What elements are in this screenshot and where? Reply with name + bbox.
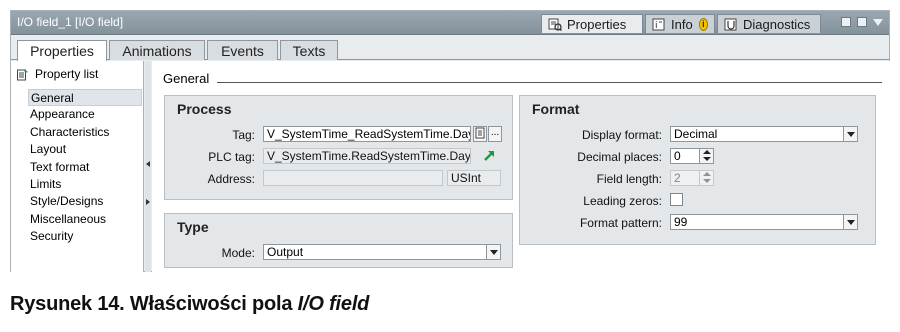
property-list-label: Property list bbox=[35, 67, 99, 81]
leading-zeros-checkbox[interactable] bbox=[670, 193, 683, 206]
process-group-title: Process bbox=[177, 101, 232, 117]
panel-splitter[interactable] bbox=[145, 61, 151, 272]
address-field bbox=[263, 170, 443, 186]
decimal-places-stepper[interactable]: 0 bbox=[670, 148, 714, 164]
property-list-header: Property list bbox=[17, 67, 98, 81]
leading-zeros-label: Leading zeros: bbox=[583, 194, 662, 208]
go-to-tag-arrow-icon[interactable] bbox=[483, 148, 497, 165]
type-group: Type Mode: Output bbox=[164, 213, 513, 268]
title-bar: I/O field_1 [I/O field] Properties i Inf… bbox=[11, 11, 889, 35]
nav-item-limits[interactable]: Limits bbox=[28, 176, 142, 193]
tab-diagnostics-label: Diagnostics bbox=[743, 16, 811, 32]
tab-info[interactable]: i Info i bbox=[645, 14, 715, 33]
tab-properties-label: Properties bbox=[567, 16, 627, 32]
mode-value: Output bbox=[267, 245, 304, 259]
subtab-animations[interactable]: Animations bbox=[109, 40, 205, 60]
property-list-icon bbox=[17, 68, 29, 81]
subtab-events[interactable]: Events bbox=[207, 40, 278, 60]
nav-item-style-designs[interactable]: Style/Designs bbox=[28, 193, 142, 210]
caption-italic: I/O field bbox=[297, 293, 370, 315]
format-pattern-select[interactable]: 99 bbox=[670, 214, 858, 230]
nav-item-characteristics[interactable]: Characteristics bbox=[28, 124, 142, 141]
mode-select[interactable]: Output bbox=[263, 244, 501, 260]
tag-field[interactable]: V_SystemTime_ReadSystemTime.Day bbox=[263, 126, 471, 142]
tab-properties-inspector[interactable]: Properties bbox=[541, 14, 643, 33]
format-pattern-label: Format pattern: bbox=[579, 216, 662, 230]
tab-diagnostics[interactable]: Diagnostics bbox=[717, 14, 821, 33]
chevron-down-icon[interactable] bbox=[843, 127, 857, 141]
display-format-value: Decimal bbox=[674, 127, 718, 141]
info-badge-icon: i bbox=[698, 17, 708, 31]
properties-icon bbox=[548, 18, 563, 31]
figure-caption: Rysunek 14. Właściwości pola I/O field bbox=[10, 293, 369, 316]
section-title: General bbox=[163, 71, 210, 86]
plc-tag-label: PLC tag: bbox=[208, 150, 255, 164]
window-title: I/O field_1 [I/O field] bbox=[17, 15, 124, 29]
window-controls bbox=[841, 17, 883, 27]
decimal-places-label: Decimal places: bbox=[577, 150, 662, 164]
expand-right-icon[interactable] bbox=[146, 199, 150, 205]
tab-info-label: Info bbox=[671, 16, 693, 32]
section-divider bbox=[217, 82, 882, 83]
collapse-left-icon[interactable] bbox=[146, 161, 150, 167]
spinner-arrows-icon bbox=[699, 171, 713, 185]
tag-list-icon[interactable] bbox=[473, 126, 487, 142]
tag-browse-button[interactable]: ... bbox=[488, 126, 502, 142]
minimize-window-icon[interactable] bbox=[857, 17, 867, 27]
nav-item-miscellaneous[interactable]: Miscellaneous bbox=[28, 211, 142, 228]
chevron-down-icon[interactable] bbox=[843, 215, 857, 229]
address-label: Address: bbox=[207, 172, 255, 186]
property-content: General Process Tag: V_SystemTime_ReadSy… bbox=[152, 61, 890, 272]
field-length-label: Field length: bbox=[596, 172, 662, 186]
menu-dropdown-icon[interactable] bbox=[873, 19, 883, 26]
display-format-select[interactable]: Decimal bbox=[670, 126, 858, 142]
mode-label: Mode: bbox=[221, 246, 255, 260]
property-nav: General Appearance Characteristics Layou… bbox=[28, 89, 142, 246]
subtab-texts[interactable]: Texts bbox=[280, 40, 338, 60]
inspector-window: I/O field_1 [I/O field] Properties i Inf… bbox=[10, 10, 890, 272]
field-length-value: 2 bbox=[674, 171, 681, 185]
nav-item-security[interactable]: Security bbox=[28, 228, 142, 245]
plc-tag-field: V_SystemTime.ReadSystemTime.Day bbox=[263, 148, 471, 164]
tag-label: Tag: bbox=[232, 128, 255, 142]
nav-item-appearance[interactable]: Appearance bbox=[28, 106, 142, 123]
chevron-down-icon[interactable] bbox=[486, 245, 500, 259]
format-group: Format Display format: Decimal Decimal p… bbox=[519, 95, 876, 245]
display-format-label: Display format: bbox=[581, 128, 662, 142]
svg-text:i: i bbox=[655, 21, 658, 31]
caption-prefix: Rysunek 14. Właściwości pola bbox=[10, 293, 298, 315]
property-list-panel: Property list General Appearance Charact… bbox=[11, 61, 144, 272]
float-window-icon[interactable] bbox=[841, 17, 851, 27]
field-length-stepper: 2 bbox=[670, 170, 714, 186]
type-group-title: Type bbox=[177, 219, 209, 235]
info-icon: i bbox=[652, 18, 666, 31]
address-type-field: USInt bbox=[447, 170, 501, 186]
decimal-places-value: 0 bbox=[674, 149, 681, 163]
nav-item-general[interactable]: General bbox=[28, 89, 142, 107]
process-group: Process Tag: V_SystemTime_ReadSystemTime… bbox=[164, 95, 513, 200]
property-subtabs: Properties Animations Events Texts bbox=[11, 36, 889, 61]
diagnostics-icon bbox=[724, 18, 738, 31]
subtab-properties[interactable]: Properties bbox=[17, 40, 107, 61]
nav-item-text-format[interactable]: Text format bbox=[28, 159, 142, 176]
nav-item-layout[interactable]: Layout bbox=[28, 141, 142, 158]
format-pattern-value: 99 bbox=[674, 215, 688, 229]
spinner-arrows-icon[interactable] bbox=[699, 149, 713, 163]
format-group-title: Format bbox=[532, 101, 580, 117]
